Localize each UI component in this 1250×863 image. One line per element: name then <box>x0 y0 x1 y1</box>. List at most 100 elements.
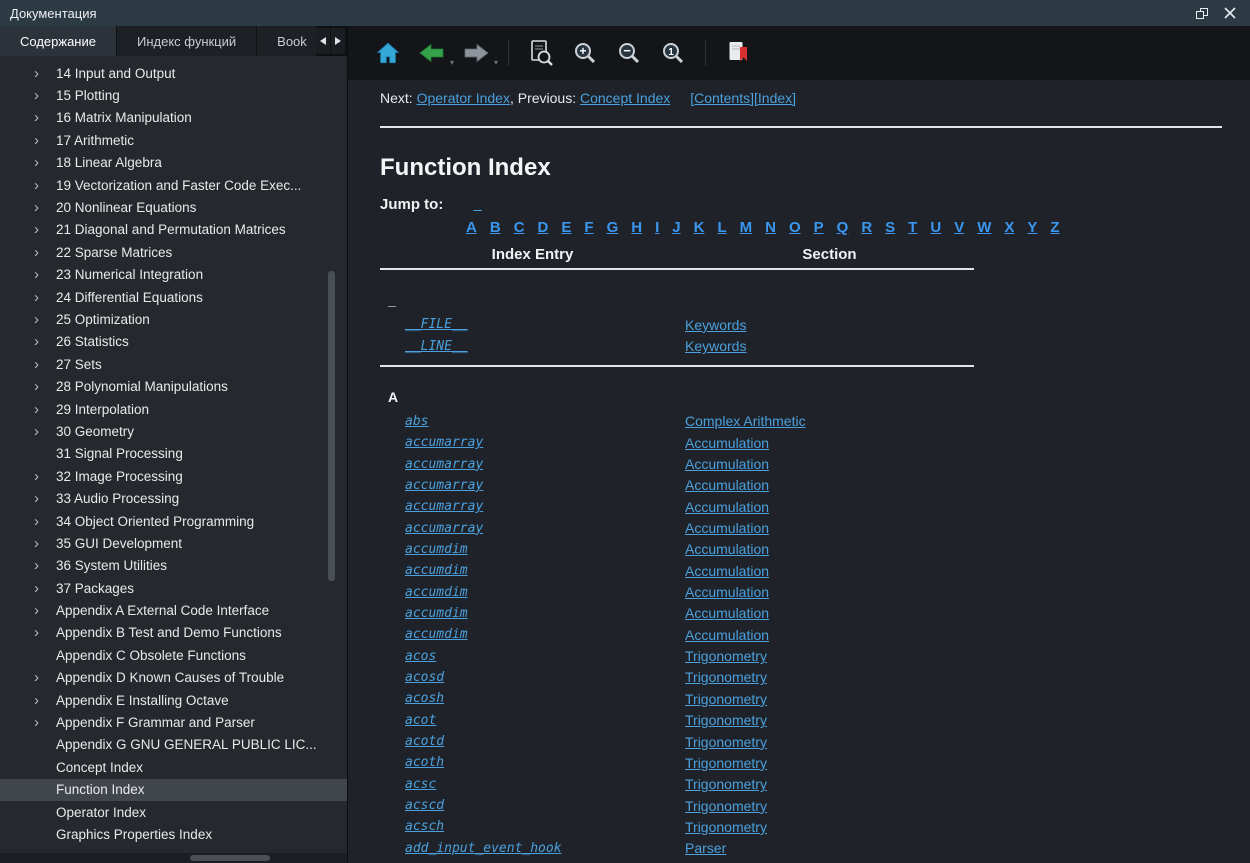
chevron-right-icon[interactable]: › <box>34 469 56 484</box>
sidebar-item[interactable]: ›28 Polynomial Manipulations <box>0 375 347 397</box>
chevron-right-icon[interactable]: › <box>34 133 56 148</box>
tab-scroll-left-button[interactable] <box>316 28 330 54</box>
section-link[interactable]: Trigonometry <box>685 669 767 685</box>
chevron-right-icon[interactable]: › <box>34 491 56 506</box>
function-link[interactable]: abs <box>405 414 428 429</box>
sidebar-item[interactable]: ›18 Linear Algebra <box>0 152 347 174</box>
back-dropdown-icon[interactable]: ▾ <box>450 58 454 67</box>
function-link[interactable]: accumarray <box>405 499 483 514</box>
chevron-right-icon[interactable]: › <box>34 110 56 125</box>
jump-letter-link[interactable]: D <box>538 219 549 236</box>
function-link[interactable]: accumarray <box>405 478 483 493</box>
back-button[interactable]: ▾ <box>416 37 448 69</box>
sidebar-item[interactable]: ›32 Image Processing <box>0 465 347 487</box>
chevron-right-icon[interactable]: › <box>34 178 56 193</box>
sidebar-item[interactable]: ›30 Geometry <box>0 420 347 442</box>
section-link[interactable]: Trigonometry <box>685 691 767 707</box>
section-link[interactable]: Accumulation <box>685 627 769 643</box>
section-link[interactable]: Trigonometry <box>685 712 767 728</box>
scrollbar-thumb[interactable] <box>190 855 270 861</box>
jump-letter-link[interactable]: _ <box>474 196 482 213</box>
section-link[interactable]: Trigonometry <box>685 819 767 835</box>
section-link[interactable]: Parser <box>685 840 726 856</box>
function-link[interactable]: accumarray <box>405 435 483 450</box>
chevron-right-icon[interactable]: › <box>34 424 56 439</box>
function-link[interactable]: __FILE__ <box>405 317 468 332</box>
jump-letter-link[interactable]: R <box>861 219 872 236</box>
chevron-right-icon[interactable]: › <box>34 200 56 215</box>
jump-letter-link[interactable]: Q <box>837 219 849 236</box>
contents-link[interactable]: [Contents] <box>690 90 754 106</box>
sidebar-item[interactable]: ›35 GUI Development <box>0 532 347 554</box>
section-link[interactable]: Keywords <box>685 317 746 333</box>
jump-letter-link[interactable]: W <box>977 219 991 236</box>
sidebar-item[interactable]: ›Appendix F Grammar and Parser <box>0 711 347 733</box>
sidebar-item[interactable]: ›37 Packages <box>0 577 347 599</box>
section-link[interactable]: Keywords <box>685 338 746 354</box>
jump-letter-link[interactable]: J <box>672 219 680 236</box>
chevron-right-icon[interactable]: › <box>34 536 56 551</box>
section-link[interactable]: Accumulation <box>685 499 769 515</box>
jump-letter-link[interactable]: A <box>466 219 477 236</box>
jump-letter-link[interactable]: I <box>655 219 659 236</box>
section-link[interactable]: Accumulation <box>685 435 769 451</box>
chevron-right-icon[interactable]: › <box>34 603 56 618</box>
section-link[interactable]: Accumulation <box>685 605 769 621</box>
sidebar-item[interactable]: ›14 Input and Output <box>0 62 347 84</box>
section-link[interactable]: Accumulation <box>685 456 769 472</box>
jump-letter-link[interactable]: O <box>789 219 801 236</box>
restore-button[interactable] <box>1188 2 1216 24</box>
function-link[interactable]: acsc <box>405 777 436 792</box>
chevron-right-icon[interactable]: › <box>34 402 56 417</box>
sidebar-item[interactable]: ›25 Optimization <box>0 308 347 330</box>
sidebar-item[interactable]: ›22 Sparse Matrices <box>0 241 347 263</box>
chevron-right-icon[interactable]: › <box>34 155 56 170</box>
sidebar-item[interactable]: ›19 Vectorization and Faster Code Exec..… <box>0 174 347 196</box>
tab-function-index[interactable]: Индекс функций <box>117 26 257 56</box>
sidebar-item[interactable]: Graphics Properties Index <box>0 823 347 845</box>
bookmark-button[interactable] <box>722 37 754 69</box>
sidebar-item[interactable]: ›34 Object Oriented Programming <box>0 510 347 532</box>
section-link[interactable]: Accumulation <box>685 541 769 557</box>
chevron-right-icon[interactable]: › <box>34 715 56 730</box>
tab-book[interactable]: Book <box>257 26 316 56</box>
function-link[interactable]: accumarray <box>405 521 483 536</box>
jump-letter-link[interactable]: F <box>584 219 593 236</box>
forward-button[interactable]: ▾ <box>460 37 492 69</box>
sidebar-item[interactable]: Appendix C Obsolete Functions <box>0 644 347 666</box>
function-link[interactable]: accumdim <box>405 563 468 578</box>
chevron-right-icon[interactable]: › <box>34 514 56 529</box>
zoom-original-button[interactable]: 1 <box>657 37 689 69</box>
zoom-in-button[interactable]: + <box>569 37 601 69</box>
jump-letter-link[interactable]: T <box>908 219 917 236</box>
search-document-button[interactable] <box>525 37 557 69</box>
jump-letter-link[interactable]: H <box>631 219 642 236</box>
function-link[interactable]: accumarray <box>405 457 483 472</box>
chevron-right-icon[interactable]: › <box>34 290 56 305</box>
function-link[interactable]: acosd <box>405 670 444 685</box>
sidebar-item[interactable]: ›Appendix B Test and Demo Functions <box>0 622 347 644</box>
section-link[interactable]: Accumulation <box>685 563 769 579</box>
index-link[interactable]: [Index] <box>754 90 796 106</box>
sidebar-vertical-scrollbar[interactable] <box>328 271 335 581</box>
jump-letter-link[interactable]: Y <box>1027 219 1037 236</box>
forward-dropdown-icon[interactable]: ▾ <box>494 58 498 67</box>
jump-letter-link[interactable]: P <box>814 219 824 236</box>
chevron-right-icon[interactable]: › <box>34 222 56 237</box>
next-link[interactable]: Operator Index <box>417 90 510 106</box>
chevron-right-icon[interactable]: › <box>34 357 56 372</box>
function-link[interactable]: acot <box>405 713 436 728</box>
sidebar-item[interactable]: ›26 Statistics <box>0 331 347 353</box>
jump-letter-link[interactable]: K <box>694 219 705 236</box>
sidebar-item[interactable]: ›17 Arithmetic <box>0 129 347 151</box>
previous-link[interactable]: Concept Index <box>580 90 670 106</box>
jump-letter-link[interactable]: G <box>607 219 619 236</box>
sidebar-item[interactable]: ›24 Differential Equations <box>0 286 347 308</box>
jump-letter-link[interactable]: B <box>490 219 501 236</box>
section-link[interactable]: Trigonometry <box>685 798 767 814</box>
jump-letter-link[interactable]: X <box>1004 219 1014 236</box>
section-link[interactable]: Trigonometry <box>685 734 767 750</box>
chevron-right-icon[interactable]: › <box>34 312 56 327</box>
function-link[interactable]: accumdim <box>405 627 468 642</box>
home-button[interactable] <box>372 37 404 69</box>
